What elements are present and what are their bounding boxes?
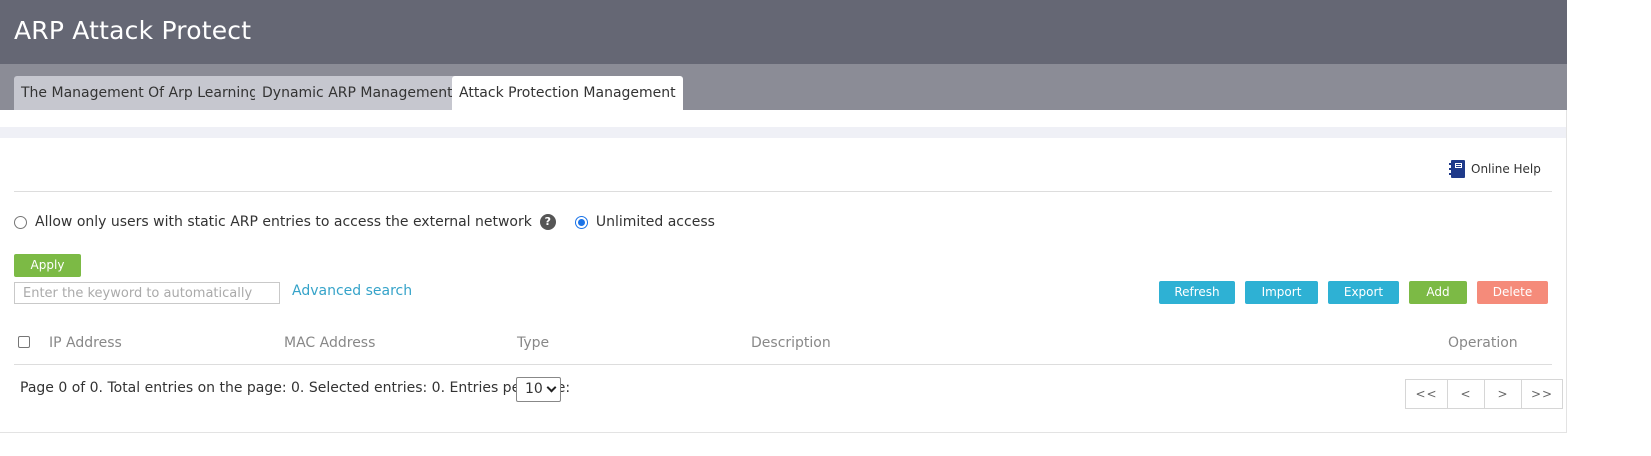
column-header-ip: IP Address xyxy=(49,335,122,351)
entries-per-page-select[interactable]: 10 xyxy=(516,377,561,402)
column-header-mac: MAC Address xyxy=(284,335,376,351)
access-mode-group: Allow only users with static ARP entries… xyxy=(14,211,715,233)
page-header: ARP Attack Protect xyxy=(0,0,1567,64)
question-icon[interactable]: ? xyxy=(539,214,556,230)
advanced-search-link[interactable]: Advanced search xyxy=(292,283,412,299)
divider xyxy=(14,191,1552,192)
column-header-operation: Operation xyxy=(1448,335,1518,351)
export-button[interactable]: Export xyxy=(1328,281,1399,304)
first-page-button[interactable]: << xyxy=(1406,380,1448,408)
table-header-divider xyxy=(14,364,1552,365)
tab-attack-protection[interactable]: Attack Protection Management xyxy=(452,76,683,110)
refresh-button[interactable]: Refresh xyxy=(1159,281,1235,304)
next-page-button[interactable]: > xyxy=(1485,380,1522,408)
pagination-controls: << < > >> xyxy=(1405,379,1563,409)
tab-bar: The Management Of Arp Learning Dynamic A… xyxy=(0,64,1567,110)
search-input[interactable] xyxy=(14,282,280,304)
column-header-type: Type xyxy=(517,335,550,351)
tab-arp-learning[interactable]: The Management Of Arp Learning xyxy=(14,76,266,110)
select-all-checkbox[interactable] xyxy=(18,336,30,348)
column-header-description: Description xyxy=(751,335,831,351)
page-title: ARP Attack Protect xyxy=(14,16,252,45)
import-button[interactable]: Import xyxy=(1245,281,1318,304)
delete-button[interactable]: Delete xyxy=(1477,281,1548,304)
last-page-button[interactable]: >> xyxy=(1522,380,1562,408)
book-icon xyxy=(1449,160,1465,178)
static-arp-only-radio[interactable] xyxy=(14,215,27,229)
chevron-down-icon xyxy=(546,382,557,393)
online-help-link[interactable]: Online Help xyxy=(1449,158,1541,180)
entries-per-page-value: 10 xyxy=(525,381,543,397)
unlimited-access-label: Unlimited access xyxy=(595,214,715,230)
section-band xyxy=(0,127,1567,138)
prev-page-button[interactable]: < xyxy=(1448,380,1485,408)
panel-border xyxy=(1566,110,1567,433)
tab-dynamic-arp[interactable]: Dynamic ARP Management xyxy=(255,76,460,110)
unlimited-access-radio[interactable] xyxy=(574,215,588,229)
apply-button[interactable]: Apply xyxy=(14,254,81,277)
panel-border-bottom xyxy=(0,432,1567,433)
online-help-label: Online Help xyxy=(1471,162,1541,176)
static-arp-only-label: Allow only users with static ARP entries… xyxy=(35,214,532,230)
add-button[interactable]: Add xyxy=(1409,281,1467,304)
pagination-summary: Page 0 of 0. Total entries on the page: … xyxy=(20,380,571,396)
